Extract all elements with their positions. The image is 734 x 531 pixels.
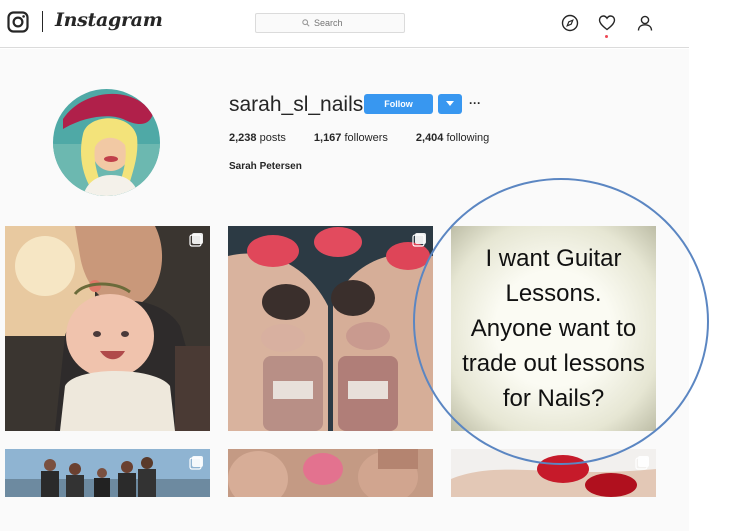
profile-stats: 2,238 posts 1,167 followers 2,404 follow… bbox=[229, 132, 517, 144]
search-input[interactable] bbox=[314, 18, 358, 28]
logo-divider bbox=[42, 11, 43, 32]
search-box[interactable] bbox=[255, 13, 405, 33]
avatar-photo bbox=[53, 89, 160, 196]
multiple-photos-icon bbox=[635, 456, 649, 470]
multiple-photos-icon bbox=[189, 456, 203, 470]
profile-username: sarah_sl_nails bbox=[229, 93, 364, 116]
top-navigation-bar: Instagram bbox=[0, 0, 689, 48]
multiple-photos-icon bbox=[189, 233, 203, 247]
compass-icon[interactable] bbox=[561, 14, 579, 32]
posts-count: 2,238 bbox=[229, 132, 257, 144]
profile-full-name: Sarah Petersen bbox=[229, 161, 302, 172]
caret-down-icon bbox=[446, 101, 454, 106]
followers-label: followers bbox=[344, 132, 388, 144]
multiple-photos-icon bbox=[412, 233, 426, 247]
following-stat[interactable]: 2,404 following bbox=[416, 132, 489, 144]
post-photo bbox=[5, 226, 210, 431]
following-count: 2,404 bbox=[415, 132, 444, 144]
search-icon bbox=[302, 19, 310, 27]
post-thumbnail[interactable] bbox=[5, 226, 210, 431]
post-text-line: I want Guitar bbox=[485, 245, 622, 272]
following-label: following bbox=[446, 132, 490, 144]
post-thumbnail[interactable] bbox=[228, 449, 433, 497]
post-thumbnail[interactable] bbox=[5, 449, 210, 497]
instagram-profile-page: Instagram Search sarah_sl_nails Follow ·… bbox=[0, 0, 734, 531]
post-text-line: Lessons. bbox=[505, 280, 602, 307]
post-text-line: for Nails? bbox=[502, 385, 605, 412]
post-photo bbox=[5, 449, 210, 497]
follow-button[interactable]: Follow bbox=[364, 94, 433, 114]
post-thumbnail-text[interactable]: I want Guitar Lessons. Anyone want to tr… bbox=[451, 226, 656, 431]
post-text: I want Guitar Lessons. Anyone want to tr… bbox=[451, 226, 656, 431]
post-thumbnail[interactable] bbox=[228, 226, 433, 431]
more-options-button[interactable]: ··· bbox=[468, 95, 482, 111]
instagram-logo-icon[interactable] bbox=[7, 11, 29, 33]
followers-stat[interactable]: 1,167 followers bbox=[314, 132, 388, 144]
suggestions-dropdown-button[interactable] bbox=[438, 94, 462, 114]
posts-stat: 2,238 posts bbox=[229, 132, 286, 144]
heart-icon[interactable] bbox=[598, 14, 616, 32]
notification-dot bbox=[605, 35, 608, 38]
avatar[interactable] bbox=[53, 89, 160, 196]
instagram-wordmark[interactable]: Instagram bbox=[55, 9, 163, 31]
profile-icon[interactable] bbox=[636, 14, 654, 32]
followers-count: 1,167 bbox=[313, 132, 342, 144]
posts-label: posts bbox=[259, 132, 286, 144]
post-photo bbox=[451, 449, 656, 497]
post-photo bbox=[228, 226, 433, 431]
post-text-line: Anyone want to bbox=[470, 315, 637, 342]
post-photo bbox=[228, 449, 433, 497]
post-thumbnail[interactable] bbox=[451, 449, 656, 497]
post-text-line: trade out lessons bbox=[462, 350, 645, 377]
